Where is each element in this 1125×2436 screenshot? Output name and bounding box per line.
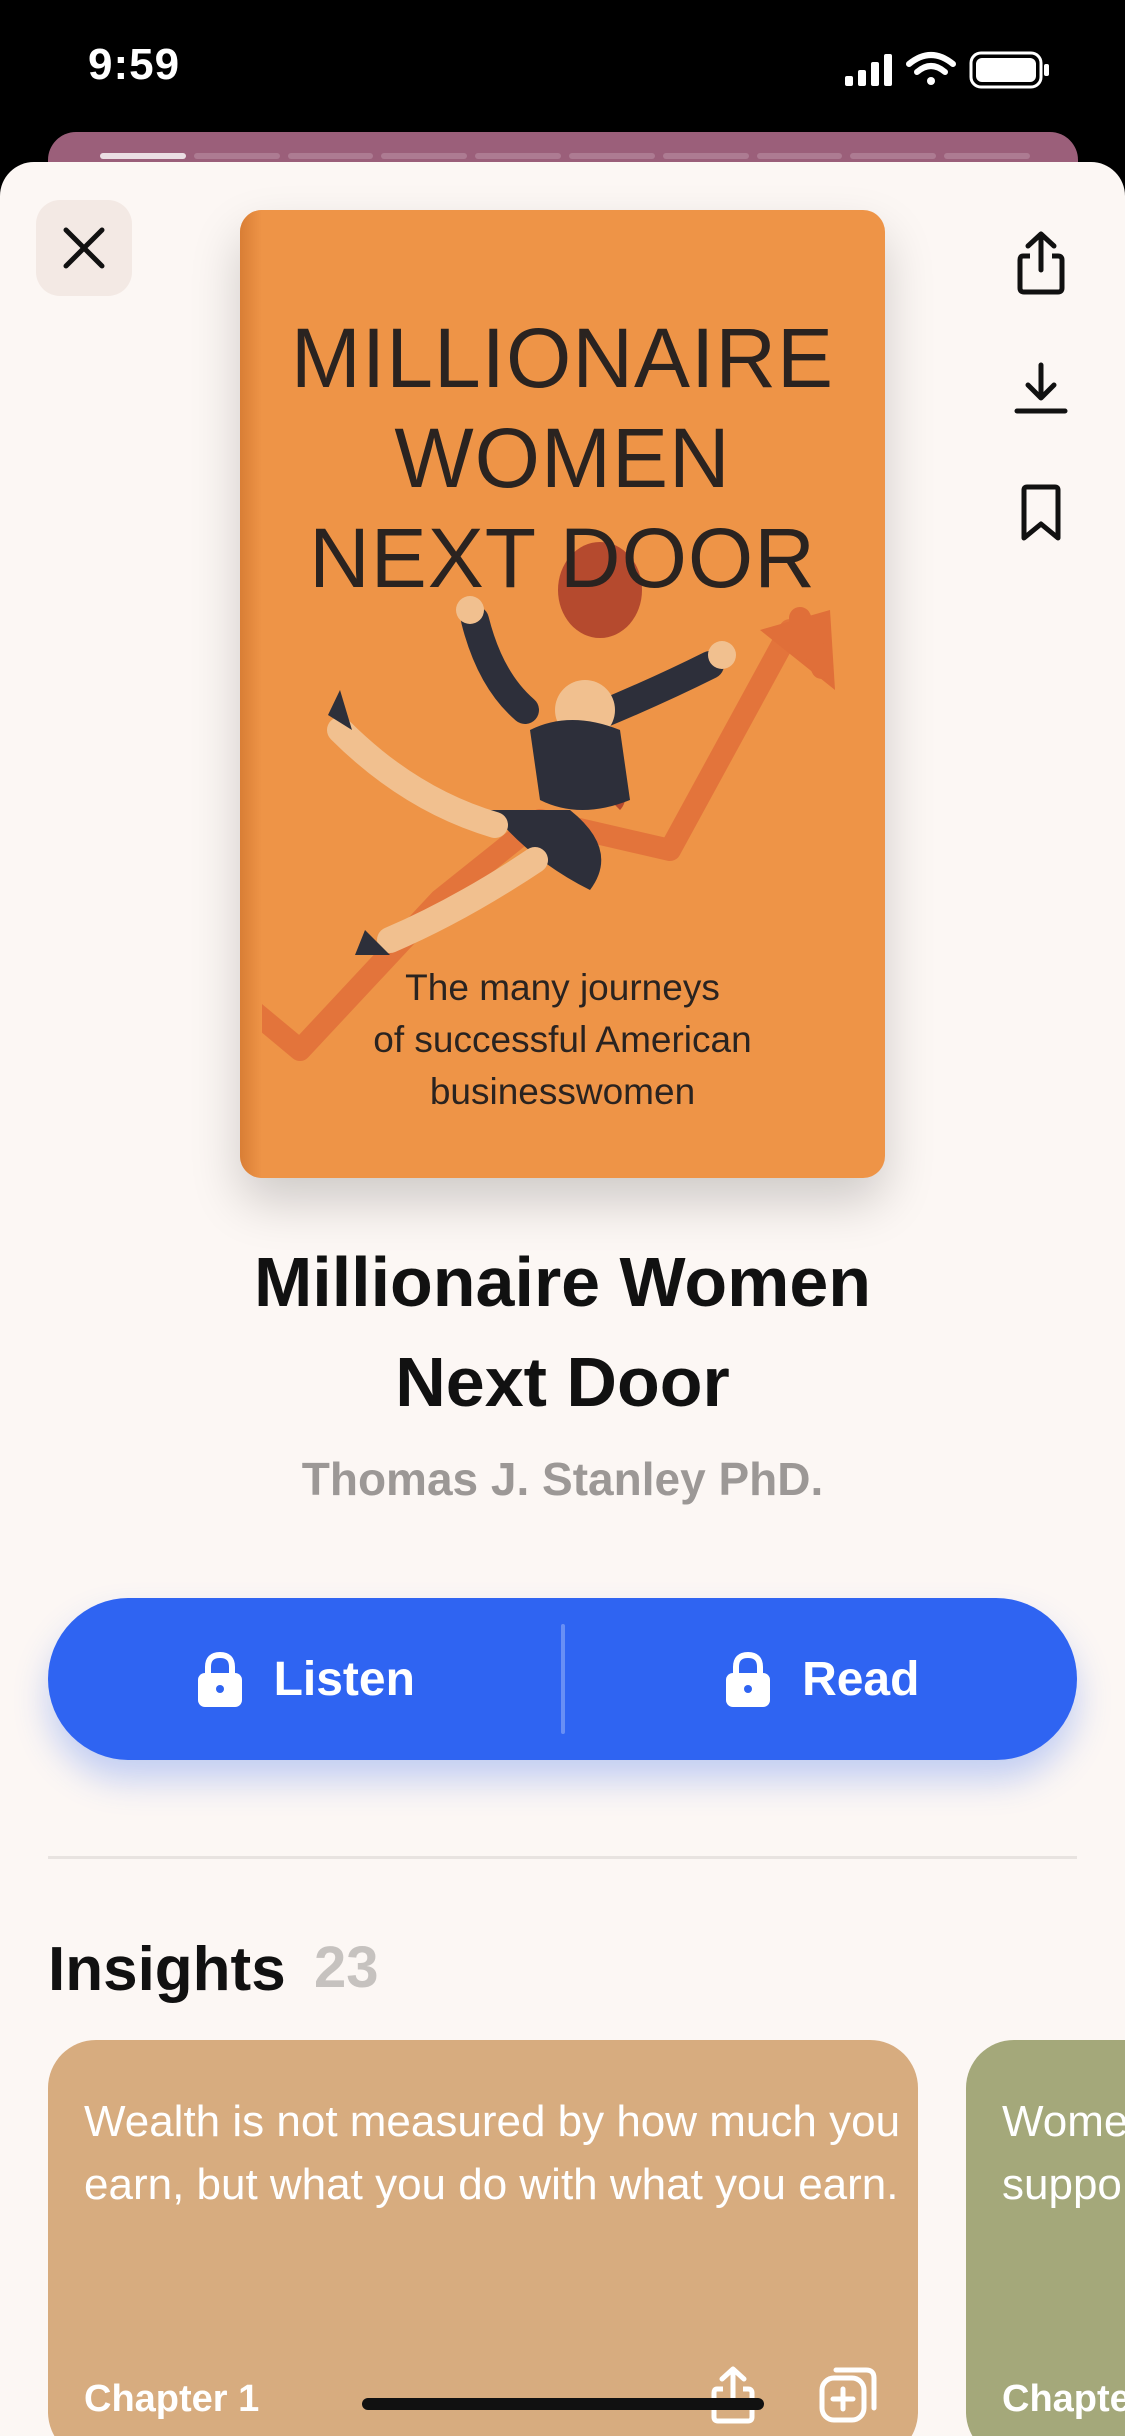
battery-icon	[969, 51, 1049, 89]
cover-title-line: NEXT DOOR	[309, 511, 816, 605]
progress-segment	[756, 153, 843, 159]
add-to-collection-button[interactable]	[814, 2360, 884, 2430]
progress-segment	[850, 153, 937, 159]
story-progress	[100, 153, 1030, 159]
wifi-icon	[906, 52, 956, 85]
cover-subtitle-line: The many journeys	[405, 967, 720, 1008]
section-divider	[48, 1856, 1077, 1859]
read-button[interactable]: Read	[565, 1598, 1078, 1760]
share-button[interactable]	[1010, 231, 1072, 295]
share-icon	[711, 2366, 755, 2424]
insight-text: Wome harde suppo	[1002, 2097, 1125, 2209]
action-bar: Listen Read	[48, 1598, 1077, 1760]
listen-button[interactable]: Listen	[48, 1598, 561, 1760]
book-detail-sheet: MILLIONAIRE WOMEN NEXT DOOR The many jou…	[0, 162, 1125, 2436]
book-author[interactable]: Thomas J. Stanley PhD.	[0, 1452, 1125, 1506]
insight-text: Wealth is not measured by how much you e…	[84, 2097, 901, 2209]
read-label: Read	[802, 1652, 920, 1706]
cover-subtitle: The many journeys of successful American…	[240, 962, 885, 1118]
cover-subtitle-line: businesswomen	[429, 1071, 696, 1112]
book-cover[interactable]: MILLIONAIRE WOMEN NEXT DOOR The many jou…	[240, 210, 885, 1178]
progress-segment	[568, 153, 655, 159]
bookmark-icon	[1021, 484, 1061, 541]
lock-icon	[726, 1651, 771, 1707]
insight-card[interactable]: Wealth is not measured by how much you e…	[48, 2040, 918, 2436]
bookmark-button[interactable]	[1010, 482, 1072, 544]
insights-heading: Insights	[48, 1935, 286, 2004]
cover-title: MILLIONAIRE WOMEN NEXT DOOR	[240, 308, 885, 608]
add-to-collection-icon	[819, 2367, 877, 2423]
signal-icon	[845, 54, 892, 86]
insight-chapter: Chapter 1	[84, 2378, 260, 2420]
download-icon	[1014, 362, 1068, 414]
close-button[interactable]	[36, 200, 132, 296]
status-icons	[845, 50, 1065, 90]
progress-segment	[193, 153, 280, 159]
book-title: Millionaire Women Next Door	[0, 1232, 1125, 1432]
book-title-line: Next Door	[395, 1343, 730, 1421]
listen-label: Listen	[273, 1652, 415, 1706]
insights-count: 23	[314, 1935, 379, 2000]
book-title-line: Millionaire Women	[253, 1243, 872, 1321]
insight-card[interactable]: Wome harde suppo Chapte	[966, 2040, 1125, 2436]
progress-segment	[287, 153, 374, 159]
close-icon	[63, 227, 105, 269]
progress-segment	[381, 153, 468, 159]
progress-segment	[100, 153, 186, 159]
cover-subtitle-line: of successful American	[373, 1019, 752, 1060]
progress-segment	[662, 153, 749, 159]
cover-title-line: MILLIONAIRE	[290, 311, 835, 405]
status-time: 9:59	[88, 40, 181, 89]
progress-segment	[944, 153, 1030, 159]
progress-segment	[475, 153, 561, 159]
status-bar: 9:59	[0, 0, 1125, 140]
share-icon	[1017, 231, 1065, 295]
lock-icon	[197, 1651, 242, 1707]
download-button[interactable]	[1010, 358, 1072, 420]
cover-title-line: WOMEN	[394, 411, 731, 505]
insight-share-button[interactable]	[698, 2360, 768, 2430]
insight-chapter: Chapte	[1002, 2378, 1125, 2420]
home-indicator[interactable]	[362, 2398, 764, 2410]
